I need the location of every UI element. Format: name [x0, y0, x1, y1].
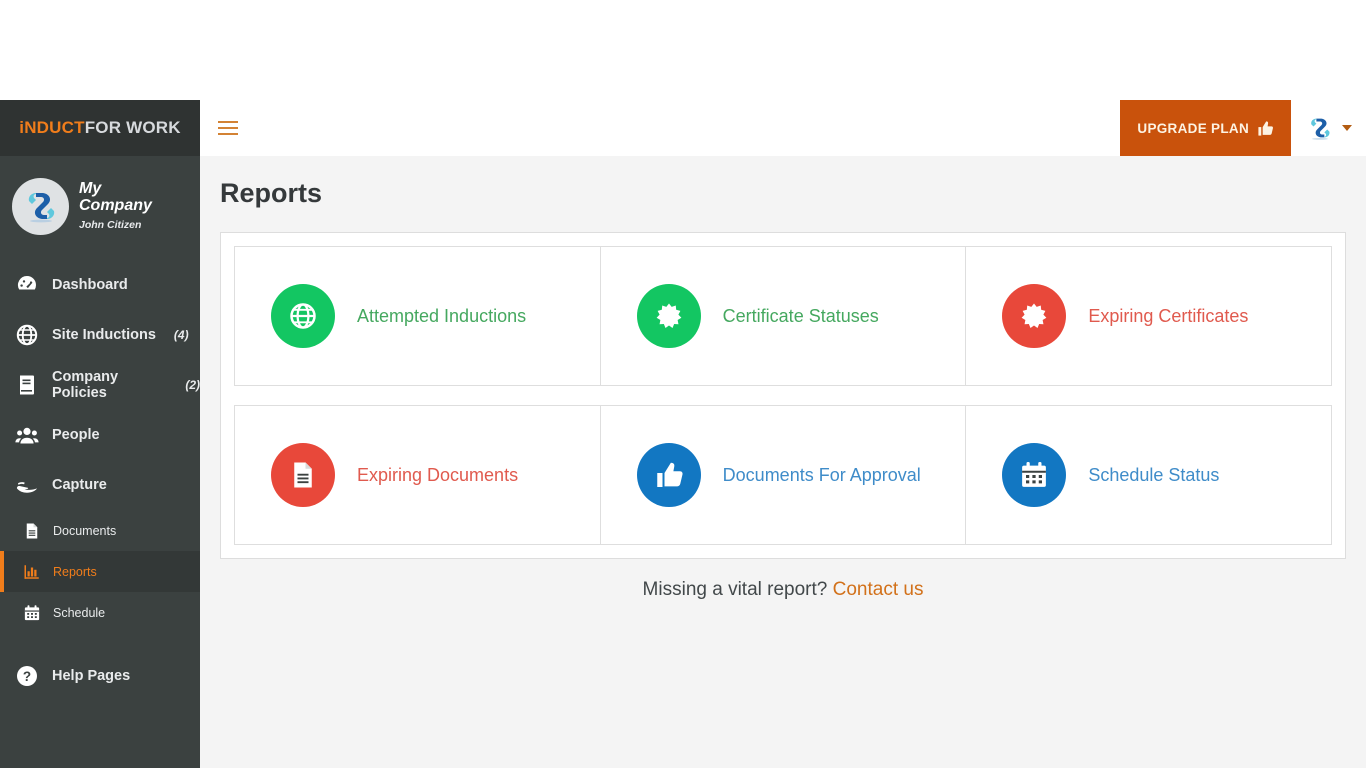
- question-circle-icon: ?: [14, 663, 40, 689]
- reports-row: Expiring Documents Documents For Approva…: [234, 405, 1332, 545]
- chevron-down-icon: [1342, 125, 1352, 131]
- report-card-attempted-inductions[interactable]: Attempted Inductions: [235, 247, 600, 385]
- people-icon: [15, 427, 39, 444]
- sidebar-item-count: (2): [185, 378, 200, 392]
- sidebar-item-people[interactable]: People: [0, 410, 200, 460]
- document-icon: [294, 462, 312, 488]
- report-card-label: Certificate Statuses: [722, 305, 879, 326]
- sidebar-item-count: (4): [173, 328, 189, 342]
- dashboard-gauge-icon: [17, 276, 37, 290]
- missing-report-text: Missing a vital report?: [642, 579, 828, 600]
- report-card-certificate-statuses[interactable]: Certificate Statuses: [599, 247, 966, 385]
- question-circle-icon: ?: [17, 666, 37, 686]
- calendar-icon: [1002, 443, 1067, 507]
- thumbs-up-icon: [636, 443, 701, 507]
- reports-row: Attempted Inductions Certificate Statuse…: [234, 246, 1332, 386]
- missing-report-note: Missing a vital report? Contact us: [200, 579, 1366, 601]
- sidebar-item-help-pages[interactable]: ? Help Pages: [0, 651, 200, 701]
- company-logo-icon: [1311, 118, 1330, 140]
- profile-block[interactable]: My Company John Citizen: [0, 156, 200, 256]
- sidebar-nav: Dashboard Site Inductions (4) Company Po…: [0, 256, 200, 701]
- avatar: [12, 177, 69, 235]
- brand-text-part2: FOR WORK: [84, 118, 181, 137]
- sidebar-item-documents[interactable]: Documents: [0, 510, 200, 551]
- report-card-label: Expiring Documents: [357, 464, 519, 485]
- company-logo-icon: [28, 193, 54, 223]
- sidebar-item-label: Site Inductions: [52, 327, 156, 343]
- sidebar-item-company-policies[interactable]: Company Policies (2): [0, 360, 200, 410]
- contact-us-link[interactable]: Contact us: [833, 579, 924, 600]
- globe-icon: [271, 284, 335, 348]
- sidebar-item-label: Capture: [52, 477, 107, 493]
- topbar: UPGRADE PLAN: [200, 100, 1366, 156]
- book-icon: [14, 372, 40, 398]
- reports-panel: Attempted Inductions Certificate Statuse…: [220, 232, 1346, 559]
- sidebar-item-reports[interactable]: Reports: [0, 551, 200, 592]
- profile-company-name: My Company: [79, 180, 152, 214]
- app-root: iNDUCTFOR WORK My Company John Citizen D…: [0, 100, 1366, 768]
- document-icon: [22, 521, 42, 541]
- report-card-label: Expiring Certificates: [1088, 305, 1249, 326]
- sidebar: iNDUCTFOR WORK My Company John Citizen D…: [0, 100, 200, 768]
- sidebar-item-label: Schedule: [53, 605, 106, 620]
- brand-text: iNDUCTFOR WORK: [19, 118, 180, 138]
- brand-text-part1: iNDUCT: [19, 118, 85, 137]
- sidebar-item-dashboard[interactable]: Dashboard: [0, 260, 200, 310]
- upgrade-plan-label: UPGRADE PLAN: [1137, 120, 1249, 136]
- document-icon: [271, 443, 335, 507]
- thumbs-up-icon: [656, 462, 683, 487]
- topbar-right: UPGRADE PLAN: [1120, 100, 1366, 156]
- sidebar-item-label: Reports: [53, 564, 97, 579]
- profile-meta: My Company John Citizen: [79, 180, 174, 231]
- sidebar-item-label: Help Pages: [52, 668, 131, 684]
- certificate-icon: [1021, 303, 1047, 328]
- page-title: Reports: [220, 178, 323, 208]
- report-card-schedule-status[interactable]: Schedule Status: [965, 406, 1332, 544]
- report-card-expiring-documents[interactable]: Expiring Documents: [235, 406, 600, 544]
- profile-user-name: John Citizen: [79, 218, 142, 231]
- sidebar-item-label: Dashboard: [52, 277, 128, 293]
- thumbs-up-icon: [1258, 120, 1273, 136]
- report-card-label: Documents For Approval: [722, 464, 921, 485]
- globe-icon: [14, 322, 40, 348]
- user-menu[interactable]: [1291, 115, 1366, 141]
- certificate-icon: [656, 303, 682, 328]
- sidebar-item-label: People: [52, 427, 100, 443]
- hand-capture-icon: [14, 472, 40, 498]
- sidebar-item-site-inductions[interactable]: Site Inductions (4): [0, 310, 200, 360]
- brand-logo[interactable]: iNDUCTFOR WORK: [0, 100, 200, 156]
- document-icon: [26, 523, 38, 538]
- hamburger-icon[interactable]: [218, 119, 238, 137]
- bar-chart-icon: [22, 562, 42, 582]
- report-card-documents-for-approval[interactable]: Documents For Approval: [599, 406, 966, 544]
- certificate-icon: [1002, 284, 1067, 348]
- book-icon: [20, 375, 34, 395]
- calendar-icon: [24, 604, 40, 620]
- sidebar-item-schedule[interactable]: Schedule: [0, 592, 200, 633]
- hand-capture-icon: [16, 482, 37, 493]
- report-card-label: Schedule Status: [1088, 464, 1220, 485]
- globe-icon: [16, 324, 38, 346]
- report-card-expiring-certificates[interactable]: Expiring Certificates: [965, 247, 1332, 385]
- svg-text:?: ?: [23, 669, 31, 684]
- sidebar-item-capture[interactable]: Capture: [0, 460, 200, 510]
- certificate-icon: [636, 284, 701, 348]
- globe-icon: [290, 303, 316, 329]
- bar-chart-icon: [24, 564, 39, 579]
- report-card-label: Attempted Inductions: [357, 305, 527, 326]
- calendar-icon: [1022, 462, 1047, 487]
- sidebar-item-label: Company Policies: [52, 369, 119, 401]
- people-icon: [14, 422, 40, 448]
- reports-grid: Attempted Inductions Certificate Statuse…: [234, 246, 1332, 545]
- calendar-icon: [22, 603, 42, 623]
- upgrade-plan-button[interactable]: UPGRADE PLAN: [1120, 100, 1291, 156]
- sidebar-item-label: Documents: [53, 523, 117, 538]
- main-content: Reports Attempted Inductions Certificate…: [200, 156, 1366, 768]
- dashboard-gauge-icon: [14, 272, 40, 298]
